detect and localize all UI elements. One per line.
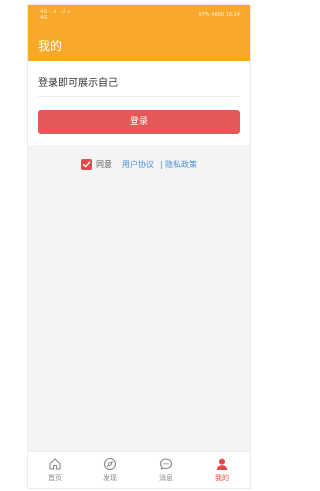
checkmark-icon: [82, 161, 91, 168]
tab-home-label: 首页: [48, 474, 62, 482]
privacy-policy-link[interactable]: 隐私政策: [165, 159, 197, 170]
login-prompt: 登录即可展示自己: [38, 78, 118, 89]
tab-messages-label: 消息: [159, 474, 173, 482]
tab-home[interactable]: 首页: [35, 457, 75, 485]
home-icon: [49, 458, 61, 470]
tab-bar: 首页 发现 消息 我的: [28, 451, 250, 488]
tab-mine-label: 我的: [215, 474, 229, 482]
agree-checkbox[interactable]: [81, 159, 92, 170]
compass-icon: [103, 457, 117, 471]
login-button[interactable]: 登录: [38, 110, 240, 134]
status-bar: 4G ..ıl ..ıl ⁎ 4G 97% 4600 18:24: [28, 5, 250, 25]
tab-messages[interactable]: 消息: [146, 457, 186, 485]
user-icon: [216, 458, 228, 470]
tab-discover-label: 发现: [103, 474, 117, 482]
battery-time: 97% 4600 18:24: [198, 12, 240, 18]
signal-line-2: 4G: [40, 15, 48, 21]
agreement-row: 同意 用户协议 | 隐私政策: [28, 159, 250, 171]
link-separator: |: [160, 160, 163, 169]
divider: [38, 96, 240, 97]
message-icon: [159, 458, 173, 470]
page: 4G ..ıl ..ıl ⁎ 4G 97% 4600 18:24 我的 登录即可…: [0, 0, 278, 491]
login-section: 登录即可展示自己 登录: [28, 61, 250, 145]
agree-label: 同意: [96, 160, 112, 169]
app-screen: 4G ..ıl ..ıl ⁎ 4G 97% 4600 18:24 我的 登录即可…: [27, 4, 251, 489]
tab-mine[interactable]: 我的: [202, 457, 242, 485]
user-agreement-link[interactable]: 用户协议: [122, 159, 154, 170]
page-title: 我的: [38, 39, 63, 53]
signal-indicators: 4G ..ıl ..ıl ⁎ 4G: [40, 10, 70, 21]
tab-discover[interactable]: 发现: [90, 457, 130, 485]
header: 4G ..ıl ..ıl ⁎ 4G 97% 4600 18:24 我的: [28, 5, 250, 61]
